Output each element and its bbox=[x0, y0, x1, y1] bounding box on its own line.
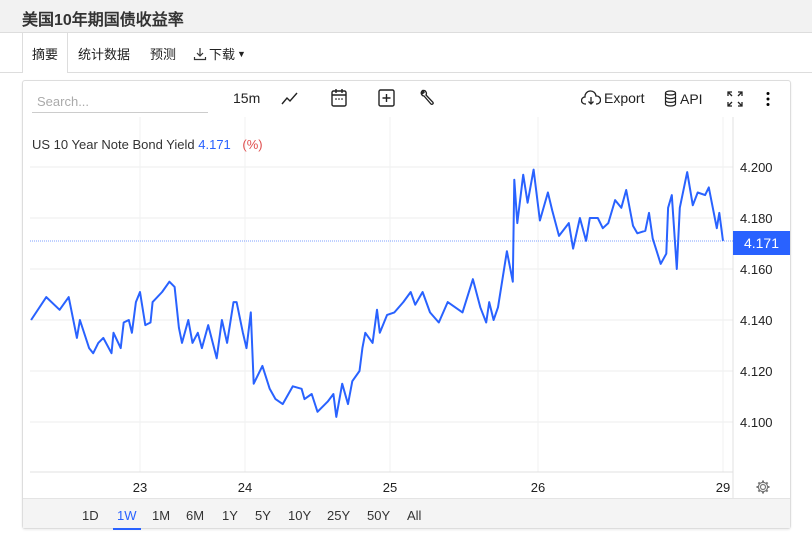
range-button-1y[interactable]: 1Y bbox=[222, 508, 238, 523]
legend-unit: (%) bbox=[242, 137, 263, 152]
gear-icon bbox=[756, 480, 770, 494]
range-button-50y[interactable]: 50Y bbox=[367, 508, 390, 523]
legend-value: 4.171 bbox=[198, 137, 231, 152]
x-tick-label: 25 bbox=[383, 480, 397, 495]
range-button-1w[interactable]: 1W bbox=[113, 508, 141, 530]
y-tick-label: 4.120 bbox=[740, 364, 773, 379]
x-tick-label: 26 bbox=[531, 480, 545, 495]
y-tick-label: 4.160 bbox=[740, 262, 773, 277]
range-button-1d[interactable]: 1D bbox=[82, 508, 99, 523]
range-button-all[interactable]: All bbox=[407, 508, 421, 523]
y-tick-label: 4.180 bbox=[740, 211, 773, 226]
last-price-label: 4.171 bbox=[733, 231, 790, 255]
yield-line-chart: 4.100 4.120 4.140 4.160 4.180 4.200 23 24 25 26 29 bbox=[30, 117, 773, 498]
range-button-1m[interactable]: 1M bbox=[152, 508, 170, 523]
x-tick-label: 29 bbox=[716, 480, 730, 495]
legend-series-name: US 10 Year Note Bond Yield bbox=[32, 137, 195, 152]
y-tick-label: 4.200 bbox=[740, 160, 773, 175]
x-tick-label: 24 bbox=[238, 480, 252, 495]
range-button-6m[interactable]: 6M bbox=[186, 508, 204, 523]
y-tick-label: 4.140 bbox=[740, 313, 773, 328]
y-tick-label: 4.100 bbox=[740, 415, 773, 430]
chart-legend: US 10 Year Note Bond Yield 4.171 (%) bbox=[32, 137, 263, 152]
range-button-25y[interactable]: 25Y bbox=[327, 508, 350, 523]
range-button-5y[interactable]: 5Y bbox=[255, 508, 271, 523]
axis-settings-button[interactable] bbox=[755, 479, 771, 500]
range-button-10y[interactable]: 10Y bbox=[288, 508, 311, 523]
yield-series-line bbox=[30, 168, 724, 418]
x-tick-label: 23 bbox=[133, 480, 147, 495]
